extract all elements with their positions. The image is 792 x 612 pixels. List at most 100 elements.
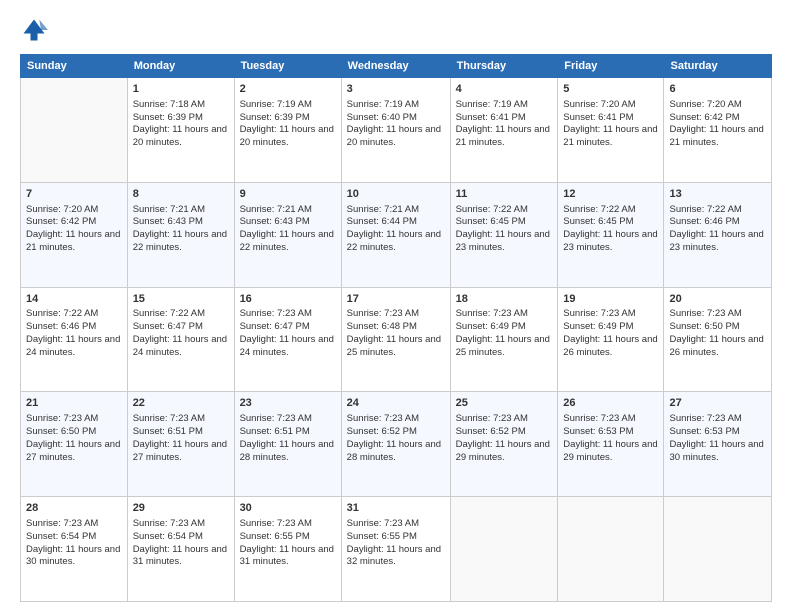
day-number: 10 xyxy=(347,187,445,202)
calendar-cell: 10 Sunrise: 7:21 AM Sunset: 6:44 PM Dayli… xyxy=(341,182,450,287)
day-info: Sunrise: 7:23 AM Sunset: 6:50 PM Dayligh… xyxy=(26,413,122,464)
day-number: 4 xyxy=(456,82,553,97)
day-info: Sunrise: 7:20 AM Sunset: 6:41 PM Dayligh… xyxy=(563,99,658,150)
calendar-cell: 28 Sunrise: 7:23 AM Sunset: 6:54 PM Dayli… xyxy=(21,497,128,602)
day-info: Sunrise: 7:21 AM Sunset: 6:43 PM Dayligh… xyxy=(240,204,336,255)
calendar-cell: 6 Sunrise: 7:20 AM Sunset: 6:42 PM Daylig… xyxy=(664,78,772,183)
day-number: 6 xyxy=(669,82,766,97)
day-info: Sunrise: 7:22 AM Sunset: 6:45 PM Dayligh… xyxy=(456,204,553,255)
calendar-cell: 12 Sunrise: 7:22 AM Sunset: 6:45 PM Dayli… xyxy=(558,182,664,287)
calendar-header-wednesday: Wednesday xyxy=(341,55,450,78)
calendar-cell: 9 Sunrise: 7:21 AM Sunset: 6:43 PM Daylig… xyxy=(234,182,341,287)
calendar-cell xyxy=(558,497,664,602)
day-number: 21 xyxy=(26,396,122,411)
calendar-cell: 21 Sunrise: 7:23 AM Sunset: 6:50 PM Dayli… xyxy=(21,392,128,497)
calendar-cell: 26Sunrise: 7:23 AM Sunset: 6:53 PM Dayli… xyxy=(558,392,664,497)
day-info: Sunrise: 7:23 AM Sunset: 6:55 PM Dayligh… xyxy=(347,518,445,569)
day-number: 14 xyxy=(26,292,122,307)
day-number: 26 xyxy=(563,396,658,411)
calendar-cell: 20Sunrise: 7:23 AM Sunset: 6:50 PM Dayli… xyxy=(664,287,772,392)
day-info: Sunrise: 7:23 AM Sunset: 6:54 PM Dayligh… xyxy=(26,518,122,569)
calendar-week-row: 28 Sunrise: 7:23 AM Sunset: 6:54 PM Dayli… xyxy=(21,497,772,602)
calendar-cell: 29Sunrise: 7:23 AM Sunset: 6:54 PM Dayli… xyxy=(127,497,234,602)
day-number: 20 xyxy=(669,292,766,307)
day-info: Sunrise: 7:20 AM Sunset: 6:42 PM Dayligh… xyxy=(26,204,122,255)
day-number: 27 xyxy=(669,396,766,411)
calendar-week-row: 1 Sunrise: 7:18 AM Sunset: 6:39 PM Daylig… xyxy=(21,78,772,183)
day-info: Sunrise: 7:18 AM Sunset: 6:39 PM Dayligh… xyxy=(133,99,229,150)
calendar-header-thursday: Thursday xyxy=(450,55,558,78)
day-info: Sunrise: 7:20 AM Sunset: 6:42 PM Dayligh… xyxy=(669,99,766,150)
day-number: 31 xyxy=(347,501,445,516)
calendar-table: SundayMondayTuesdayWednesdayThursdayFrid… xyxy=(20,54,772,602)
day-number: 30 xyxy=(240,501,336,516)
calendar-cell: 25 Sunrise: 7:23 AM Sunset: 6:52 PM Dayli… xyxy=(450,392,558,497)
calendar-cell xyxy=(450,497,558,602)
day-info: Sunrise: 7:21 AM Sunset: 6:44 PM Dayligh… xyxy=(347,204,445,255)
day-number: 23 xyxy=(240,396,336,411)
calendar-cell: 27 Sunrise: 7:23 AM Sunset: 6:53 PM Dayli… xyxy=(664,392,772,497)
calendar-cell xyxy=(664,497,772,602)
day-number: 13 xyxy=(669,187,766,202)
day-number: 19 xyxy=(563,292,658,307)
calendar-header-row: SundayMondayTuesdayWednesdayThursdayFrid… xyxy=(21,55,772,78)
calendar-cell: 24 Sunrise: 7:23 AM Sunset: 6:52 PM Dayli… xyxy=(341,392,450,497)
calendar-cell: 22Sunrise: 7:23 AM Sunset: 6:51 PM Dayli… xyxy=(127,392,234,497)
day-number: 11 xyxy=(456,187,553,202)
calendar-cell: 4Sunrise: 7:19 AM Sunset: 6:41 PM Daylig… xyxy=(450,78,558,183)
calendar-header-friday: Friday xyxy=(558,55,664,78)
header xyxy=(20,16,772,44)
day-number: 7 xyxy=(26,187,122,202)
day-number: 3 xyxy=(347,82,445,97)
page: SundayMondayTuesdayWednesdayThursdayFrid… xyxy=(0,0,792,612)
calendar-cell: 2 Sunrise: 7:19 AM Sunset: 6:39 PM Daylig… xyxy=(234,78,341,183)
day-info: Sunrise: 7:19 AM Sunset: 6:40 PM Dayligh… xyxy=(347,99,445,150)
calendar-cell: 1 Sunrise: 7:18 AM Sunset: 6:39 PM Daylig… xyxy=(127,78,234,183)
calendar-cell: 30 Sunrise: 7:23 AM Sunset: 6:55 PM Dayli… xyxy=(234,497,341,602)
day-number: 9 xyxy=(240,187,336,202)
day-number: 28 xyxy=(26,501,122,516)
calendar-cell: 11 Sunrise: 7:22 AM Sunset: 6:45 PM Dayli… xyxy=(450,182,558,287)
calendar-cell: 7 Sunrise: 7:20 AM Sunset: 6:42 PM Daylig… xyxy=(21,182,128,287)
day-info: Sunrise: 7:22 AM Sunset: 6:46 PM Dayligh… xyxy=(669,204,766,255)
calendar-cell xyxy=(21,78,128,183)
day-info: Sunrise: 7:23 AM Sunset: 6:53 PM Dayligh… xyxy=(669,413,766,464)
calendar-cell: 8Sunrise: 7:21 AM Sunset: 6:43 PM Daylig… xyxy=(127,182,234,287)
calendar-cell: 16Sunrise: 7:23 AM Sunset: 6:47 PM Dayli… xyxy=(234,287,341,392)
day-info: Sunrise: 7:23 AM Sunset: 6:52 PM Dayligh… xyxy=(456,413,553,464)
day-info: Sunrise: 7:22 AM Sunset: 6:45 PM Dayligh… xyxy=(563,204,658,255)
calendar-cell: 5Sunrise: 7:20 AM Sunset: 6:41 PM Daylig… xyxy=(558,78,664,183)
calendar-cell: 31 Sunrise: 7:23 AM Sunset: 6:55 PM Dayli… xyxy=(341,497,450,602)
day-info: Sunrise: 7:23 AM Sunset: 6:55 PM Dayligh… xyxy=(240,518,336,569)
day-info: Sunrise: 7:23 AM Sunset: 6:49 PM Dayligh… xyxy=(456,308,553,359)
calendar-cell: 3 Sunrise: 7:19 AM Sunset: 6:40 PM Daylig… xyxy=(341,78,450,183)
day-number: 17 xyxy=(347,292,445,307)
calendar-header-tuesday: Tuesday xyxy=(234,55,341,78)
calendar-cell: 15Sunrise: 7:22 AM Sunset: 6:47 PM Dayli… xyxy=(127,287,234,392)
day-info: Sunrise: 7:23 AM Sunset: 6:54 PM Dayligh… xyxy=(133,518,229,569)
day-info: Sunrise: 7:23 AM Sunset: 6:52 PM Dayligh… xyxy=(347,413,445,464)
logo-icon xyxy=(20,16,48,44)
day-number: 24 xyxy=(347,396,445,411)
day-number: 2 xyxy=(240,82,336,97)
calendar-cell: 23 Sunrise: 7:23 AM Sunset: 6:51 PM Dayli… xyxy=(234,392,341,497)
day-info: Sunrise: 7:23 AM Sunset: 6:47 PM Dayligh… xyxy=(240,308,336,359)
day-info: Sunrise: 7:22 AM Sunset: 6:47 PM Dayligh… xyxy=(133,308,229,359)
calendar-week-row: 7 Sunrise: 7:20 AM Sunset: 6:42 PM Daylig… xyxy=(21,182,772,287)
day-info: Sunrise: 7:23 AM Sunset: 6:50 PM Dayligh… xyxy=(669,308,766,359)
logo xyxy=(20,16,52,44)
day-number: 12 xyxy=(563,187,658,202)
day-info: Sunrise: 7:22 AM Sunset: 6:46 PM Dayligh… xyxy=(26,308,122,359)
day-info: Sunrise: 7:23 AM Sunset: 6:51 PM Dayligh… xyxy=(133,413,229,464)
day-info: Sunrise: 7:23 AM Sunset: 6:51 PM Dayligh… xyxy=(240,413,336,464)
calendar-cell: 18Sunrise: 7:23 AM Sunset: 6:49 PM Dayli… xyxy=(450,287,558,392)
day-info: Sunrise: 7:19 AM Sunset: 6:39 PM Dayligh… xyxy=(240,99,336,150)
day-info: Sunrise: 7:23 AM Sunset: 6:48 PM Dayligh… xyxy=(347,308,445,359)
calendar-cell: 19Sunrise: 7:23 AM Sunset: 6:49 PM Dayli… xyxy=(558,287,664,392)
day-number: 1 xyxy=(133,82,229,97)
calendar-header-saturday: Saturday xyxy=(664,55,772,78)
calendar-week-row: 14Sunrise: 7:22 AM Sunset: 6:46 PM Dayli… xyxy=(21,287,772,392)
calendar-week-row: 21 Sunrise: 7:23 AM Sunset: 6:50 PM Dayli… xyxy=(21,392,772,497)
day-number: 25 xyxy=(456,396,553,411)
day-number: 8 xyxy=(133,187,229,202)
